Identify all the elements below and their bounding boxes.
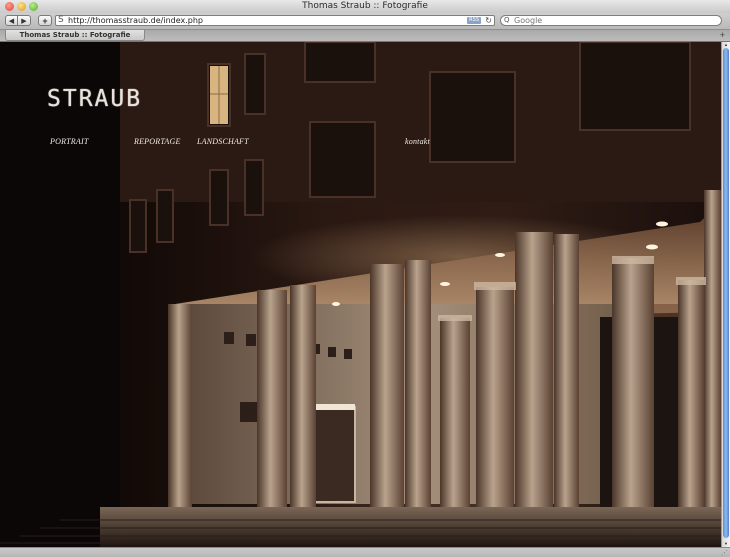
back-arrow-icon: ◀ [8,18,15,25]
browser-window: Thomas Straub :: Fotografie ◀ ▶ + S http… [0,0,730,557]
scroll-up-icon[interactable]: ▲ [723,42,729,47]
resize-grip-icon[interactable]: ⋰ [721,550,729,557]
title-bar: Thomas Straub :: Fotografie [0,0,730,14]
scroll-thumb[interactable] [723,48,729,538]
status-bar: ⋰ [0,547,730,557]
search-input[interactable] [514,16,714,25]
nav-kontakt[interactable]: kontakt [405,137,430,146]
tab-thomas-straub[interactable]: Thomas Straub :: Fotografie [5,30,145,41]
browser-toolbar: ◀ ▶ + S http://thomasstraub.de/index.php… [0,13,730,30]
url-text[interactable]: http://thomasstraub.de/index.php [68,16,203,25]
new-tab-icon[interactable]: + [720,30,725,40]
nav-reportage[interactable]: REPORTAGE [134,137,181,146]
forward-arrow-icon: ▶ [21,18,27,25]
search-box[interactable]: Q [500,15,722,26]
window-title: Thomas Straub :: Fotografie [302,1,428,11]
plus-icon: + [42,16,48,26]
vertical-scrollbar[interactable]: ▲ ▼ [721,42,730,547]
site-logo[interactable]: STRAUB [47,86,142,112]
add-bookmark-button[interactable]: + [38,15,52,26]
forward-button[interactable]: ▶ [18,15,31,26]
nav-landschaft[interactable]: LANDSCHAFT [197,137,249,146]
page-content: STRAUB PORTRAIT REPORTAGE LANDSCHAFT kon… [0,42,721,547]
building-photo [0,42,721,547]
search-icon: Q [504,16,510,24]
nav-portrait[interactable]: PORTRAIT [50,137,89,146]
rss-badge[interactable]: RSS [467,17,481,24]
back-button[interactable]: ◀ [5,15,18,26]
address-bar[interactable]: S http://thomasstraub.de/index.php RSS ↻ [55,15,495,26]
scroll-down-icon[interactable]: ▼ [723,541,729,546]
site-favicon-icon: S [58,15,64,25]
reload-icon[interactable]: ↻ [485,16,492,25]
tab-bar: Thomas Straub :: Fotografie + [0,30,730,42]
